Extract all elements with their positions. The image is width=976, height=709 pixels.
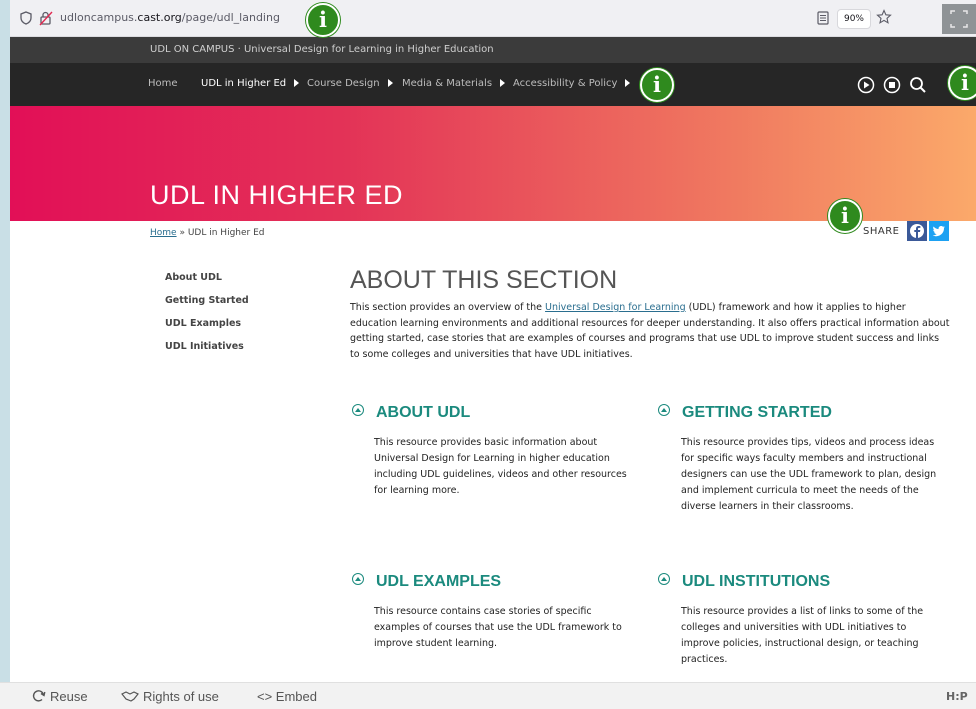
fullscreen-button[interactable] xyxy=(942,4,976,34)
share-label: SHARE xyxy=(863,226,900,237)
fullscreen-icon xyxy=(950,10,968,28)
expand-up-icon xyxy=(352,404,364,416)
facebook-share-button[interactable] xyxy=(907,221,927,241)
rights-of-use-button[interactable]: Rights of use xyxy=(121,689,219,704)
chevron-right-icon xyxy=(500,79,506,87)
play-icon[interactable] xyxy=(857,76,875,94)
main-navigation: Home UDL in Higher Ed Course Design Medi… xyxy=(10,63,976,106)
twitter-share-button[interactable] xyxy=(929,221,949,241)
expand-up-icon xyxy=(658,404,670,416)
nav-item-home[interactable]: Home xyxy=(148,78,178,89)
handshake-icon xyxy=(121,691,139,702)
info-hotspot-4[interactable]: i xyxy=(828,199,862,233)
udl-framework-link[interactable]: Universal Design for Learning xyxy=(545,302,686,313)
bookmark-star-icon[interactable] xyxy=(876,9,892,25)
card-text-udl-institutions: This resource provides a list of links t… xyxy=(681,606,924,665)
expand-up-icon xyxy=(658,573,670,585)
reuse-button[interactable]: Reuse xyxy=(32,689,88,704)
breadcrumb-current: UDL in Higher Ed xyxy=(187,228,265,238)
chevron-right-icon xyxy=(625,79,631,87)
info-hotspot-2[interactable]: i xyxy=(640,68,674,102)
sidebar-item-udl-examples[interactable]: UDL Examples xyxy=(165,318,249,341)
url-text[interactable]: udloncampus.cast.org/page/udl_landing xyxy=(60,11,280,24)
card-text-getting-started: This resource provides tips, videos and … xyxy=(681,437,937,512)
section-title: ABOUT THIS SECTION xyxy=(350,266,618,294)
lock-warning-icon[interactable] xyxy=(39,10,53,26)
section-intro: This section provides an overview of the… xyxy=(350,302,950,360)
info-hotspot-1[interactable]: i xyxy=(306,3,340,37)
hero-banner: UDL IN HIGHER ED xyxy=(10,106,976,221)
expand-up-icon xyxy=(352,573,364,585)
card-title-udl-examples[interactable]: UDL EXAMPLES xyxy=(352,573,501,591)
h5p-logo[interactable]: H:P xyxy=(946,690,968,703)
search-icon[interactable] xyxy=(909,76,927,94)
chevron-right-icon xyxy=(294,79,300,87)
h5p-action-bar: Reuse Rights of use <> Embed H:P xyxy=(0,682,976,709)
hero-title: UDL IN HIGHER ED xyxy=(150,180,404,210)
card-title-udl-institutions[interactable]: UDL INSTITUTIONS xyxy=(658,573,830,591)
reader-view-icon[interactable] xyxy=(817,11,829,25)
sidebar-item-udl-initiatives[interactable]: UDL Initiatives xyxy=(165,341,249,364)
facebook-icon xyxy=(910,224,924,238)
site-top-strip: UDL ON CAMPUS · Universal Design for Lea… xyxy=(10,37,976,63)
nav-item-media-materials[interactable]: Media & Materials xyxy=(402,78,506,89)
zoom-level-button[interactable]: 90% xyxy=(837,9,871,29)
breadcrumb: Home » UDL in Higher Ed xyxy=(150,228,264,238)
tracking-shield-icon[interactable] xyxy=(20,11,32,25)
browser-frame: udloncampus.cast.org/page/udl_landing 90… xyxy=(10,0,976,682)
nav-item-course-design[interactable]: Course Design xyxy=(307,78,393,89)
sidebar-item-about-udl[interactable]: About UDL xyxy=(165,272,249,295)
nav-item-accessibility-policy[interactable]: Accessibility & Policy xyxy=(513,78,631,89)
sidebar-item-getting-started[interactable]: Getting Started xyxy=(165,295,249,318)
reuse-icon xyxy=(32,690,46,702)
site-tagline: UDL ON CAMPUS · Universal Design for Lea… xyxy=(150,44,494,55)
nav-item-udl-in-higher-ed[interactable]: UDL in Higher Ed xyxy=(201,78,300,89)
browser-url-bar: udloncampus.cast.org/page/udl_landing 90… xyxy=(10,0,976,37)
breadcrumb-separator: » xyxy=(179,228,185,238)
card-text-udl-examples: This resource contains case stories of s… xyxy=(374,606,622,649)
stop-icon[interactable] xyxy=(883,76,901,94)
card-title-about-udl[interactable]: ABOUT UDL xyxy=(352,404,470,422)
twitter-icon xyxy=(932,226,945,237)
info-hotspot-3[interactable]: i xyxy=(948,66,976,100)
card-text-about-udl: This resource provides basic information… xyxy=(374,437,627,496)
chevron-right-icon xyxy=(387,79,393,87)
embed-button[interactable]: <> Embed xyxy=(257,689,317,704)
breadcrumb-home-link[interactable]: Home xyxy=(150,228,177,238)
section-sidebar: About UDL Getting Started UDL Examples U… xyxy=(165,272,249,364)
card-title-getting-started[interactable]: GETTING STARTED xyxy=(658,404,832,422)
